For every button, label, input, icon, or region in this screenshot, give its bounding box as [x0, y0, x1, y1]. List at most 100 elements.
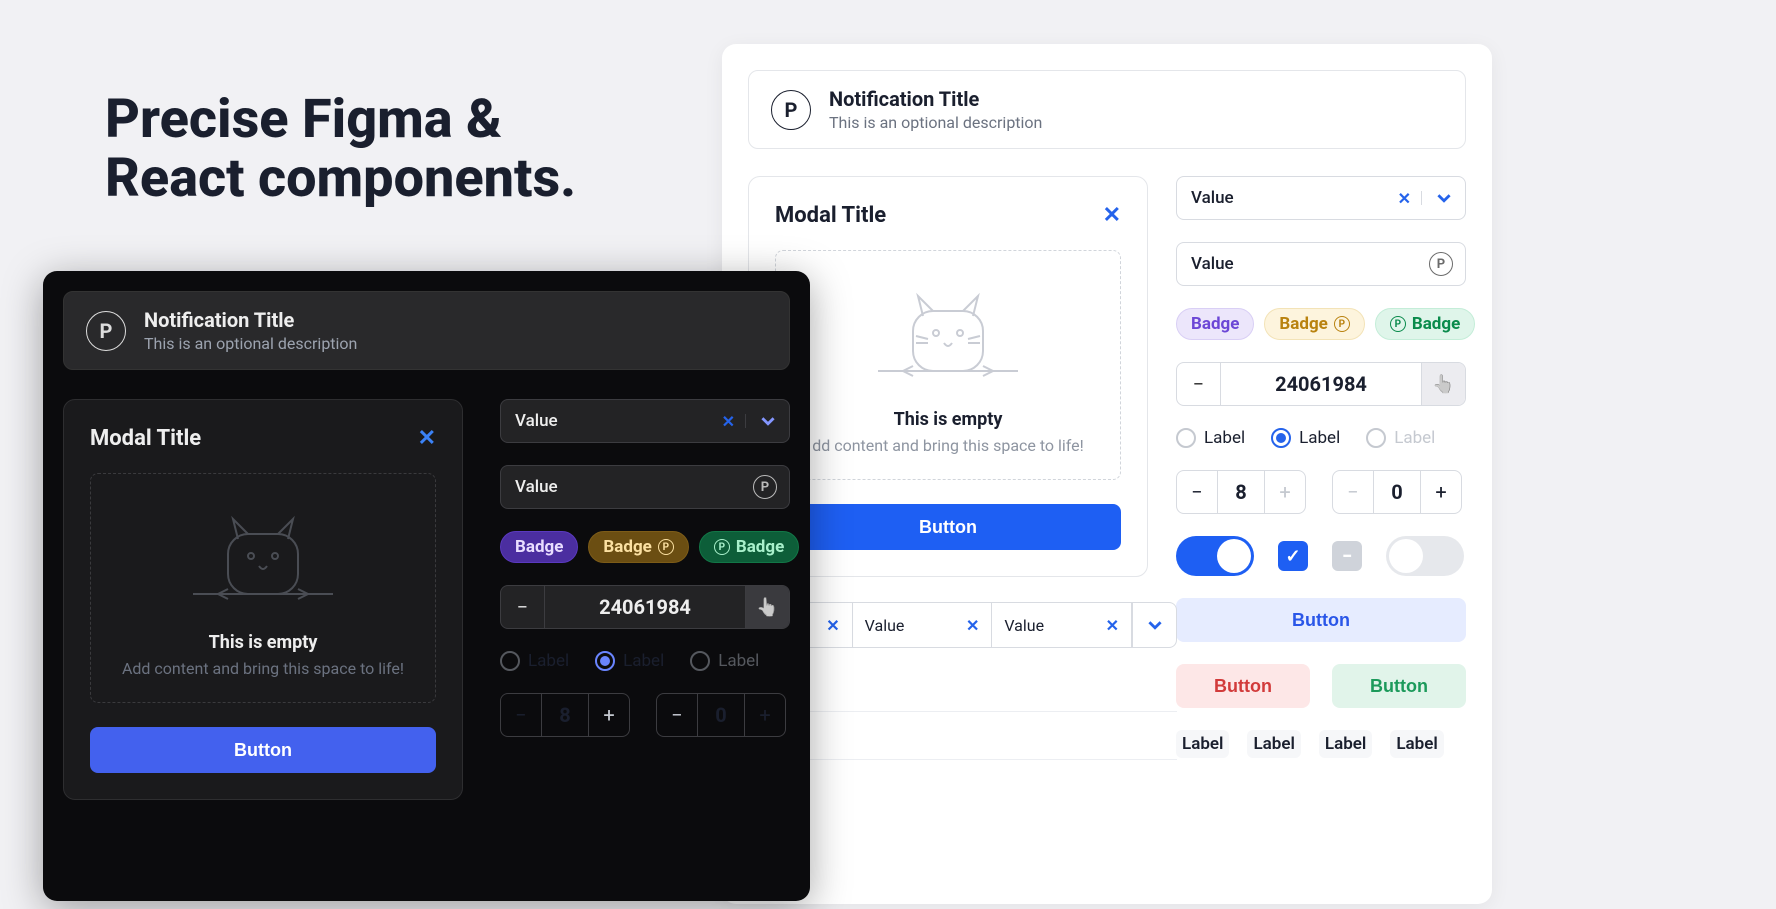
badge-green: PBadge: [1375, 308, 1475, 340]
stepper-value: 24061984: [1221, 363, 1421, 405]
notification-title: Notification Title: [829, 87, 1042, 111]
primary-button[interactable]: Button: [90, 727, 436, 773]
remove-icon[interactable]: ✕: [826, 616, 839, 635]
select-field[interactable]: Value ✕: [1176, 176, 1466, 220]
mini-value-a: 8: [1217, 471, 1265, 513]
radio-option-1[interactable]: Label: [1176, 428, 1245, 448]
label-pill: Label: [1390, 730, 1443, 758]
close-icon[interactable]: ✕: [418, 426, 436, 451]
empty-title: This is empty: [788, 409, 1108, 430]
empty-state: This is empty Add content and bring this…: [90, 473, 436, 703]
right-column-dark: Value ✕ Value P Badge BadgeP PBadge − 24…: [500, 399, 790, 737]
select-value: Value: [1177, 188, 1388, 208]
p-icon: P: [1334, 316, 1350, 332]
mini-stepper-a[interactable]: − 8 +: [1176, 470, 1306, 514]
checkbox-indeterminate[interactable]: −: [1332, 541, 1362, 571]
p-suffix-icon: P: [1429, 252, 1453, 276]
heading-line-1: Precise Figma &: [105, 90, 576, 149]
mini-value-a: 8: [541, 694, 589, 736]
radio-option-2[interactable]: Label: [1271, 428, 1340, 448]
mini-stepper-b[interactable]: − 0 +: [656, 693, 786, 737]
radio-group: Label Label Label: [500, 651, 790, 671]
empty-title: This is empty: [103, 632, 423, 653]
label-pill: Label: [1176, 730, 1229, 758]
mini-stepper-a[interactable]: − 8 +: [500, 693, 630, 737]
chevron-down-icon[interactable]: [745, 414, 789, 428]
decrement-button[interactable]: −: [501, 586, 545, 628]
radio-option-1[interactable]: Label: [500, 651, 569, 671]
multi-chip-3: Value✕: [992, 603, 1132, 647]
mini-stepper-row: − 8 + − 0 +: [1176, 470, 1466, 514]
text-input[interactable]: Value P: [1176, 242, 1466, 286]
increment-button[interactable]: +: [745, 694, 785, 736]
increment-button-disabled: +: [1265, 471, 1305, 513]
decrement-button[interactable]: −: [501, 694, 541, 736]
label-row: Label Label Label Label: [1176, 730, 1466, 758]
cursor-icon: 👆: [1432, 374, 1454, 395]
soft-button-green[interactable]: Button: [1332, 664, 1466, 708]
clear-icon[interactable]: ✕: [712, 412, 745, 431]
modal-card-dark: Modal Title ✕ This is empty Add content …: [63, 399, 463, 800]
radio-option-3-disabled: Label: [690, 651, 759, 671]
badge-amber: BadgeP: [588, 531, 688, 563]
dark-panel: P Notification Title This is an optional…: [43, 271, 810, 901]
input-value: Value: [1177, 254, 1429, 274]
page-heading: Precise Figma & React components.: [105, 90, 576, 209]
notification-description: This is an optional description: [144, 334, 357, 353]
chevron-down-icon[interactable]: [1421, 191, 1465, 205]
empty-subtitle: Add content and bring this space to life…: [103, 659, 423, 678]
toggle-switch-off[interactable]: [1386, 536, 1464, 576]
light-panel: P Notification Title This is an optional…: [722, 44, 1492, 904]
notification-card-dark: P Notification Title This is an optional…: [63, 291, 790, 370]
multi-chip-2: Value✕: [853, 603, 993, 647]
p-icon: P: [1390, 316, 1406, 332]
number-stepper[interactable]: − 24061984 👆: [1176, 362, 1466, 406]
increment-button-disabled: +: [589, 694, 629, 736]
modal-title: Modal Title: [775, 203, 886, 228]
modal-title: Modal Title: [90, 426, 201, 451]
radio-option-2[interactable]: Label: [595, 651, 664, 671]
remove-icon[interactable]: ✕: [966, 616, 979, 635]
notification-description: This is an optional description: [829, 113, 1042, 132]
badge-row: Badge BadgeP PBadge: [500, 531, 790, 563]
empty-subtitle: dd content and bring this space to life!: [788, 436, 1108, 455]
badge-green: PBadge: [699, 531, 799, 563]
cursor-icon: 👆: [756, 597, 778, 618]
increment-button[interactable]: +: [1421, 471, 1461, 513]
p-suffix-icon: P: [753, 475, 777, 499]
text-input[interactable]: Value P: [500, 465, 790, 509]
mini-value-b: 0: [697, 694, 745, 736]
badge-amber: BadgeP: [1264, 308, 1364, 340]
decrement-button[interactable]: −: [1177, 363, 1221, 405]
mini-stepper-b[interactable]: − 0 +: [1332, 470, 1462, 514]
notification-title: Notification Title: [144, 308, 357, 332]
decrement-button[interactable]: −: [1177, 471, 1217, 513]
soft-button-blue[interactable]: Button: [1176, 598, 1466, 642]
badge-purple: Badge: [500, 531, 578, 563]
radio-option-3-disabled: Label: [1366, 428, 1435, 448]
p-icon: P: [771, 90, 811, 130]
increment-button[interactable]: 👆: [1421, 363, 1465, 405]
toggle-switch-on[interactable]: [1176, 536, 1254, 576]
mini-stepper-row: − 8 + − 0 +: [500, 693, 790, 737]
label-pill: Label: [1247, 730, 1300, 758]
p-icon: P: [714, 539, 730, 555]
increment-button[interactable]: 👆: [745, 586, 789, 628]
clear-icon[interactable]: ✕: [1388, 189, 1421, 208]
remove-icon[interactable]: ✕: [1106, 616, 1119, 635]
input-value: Value: [501, 477, 753, 497]
select-field[interactable]: Value ✕: [500, 399, 790, 443]
soft-button-red[interactable]: Button: [1176, 664, 1310, 708]
p-icon: P: [658, 539, 674, 555]
number-stepper[interactable]: − 24061984 👆: [500, 585, 790, 629]
primary-button[interactable]: Button: [775, 504, 1121, 550]
notification-card-light: P Notification Title This is an optional…: [748, 70, 1466, 149]
badge-purple: Badge: [1176, 308, 1254, 340]
checkbox-checked[interactable]: ✓: [1278, 541, 1308, 571]
close-icon[interactable]: ✕: [1103, 203, 1121, 228]
chevron-down-icon[interactable]: [1132, 603, 1176, 647]
right-column-light: Value ✕ Value P Badge BadgeP PBadge − 24…: [1176, 176, 1466, 758]
soft-button-row: Button Button: [1176, 664, 1466, 708]
label-pill: Label: [1319, 730, 1372, 758]
heading-line-2: React components.: [105, 149, 576, 208]
